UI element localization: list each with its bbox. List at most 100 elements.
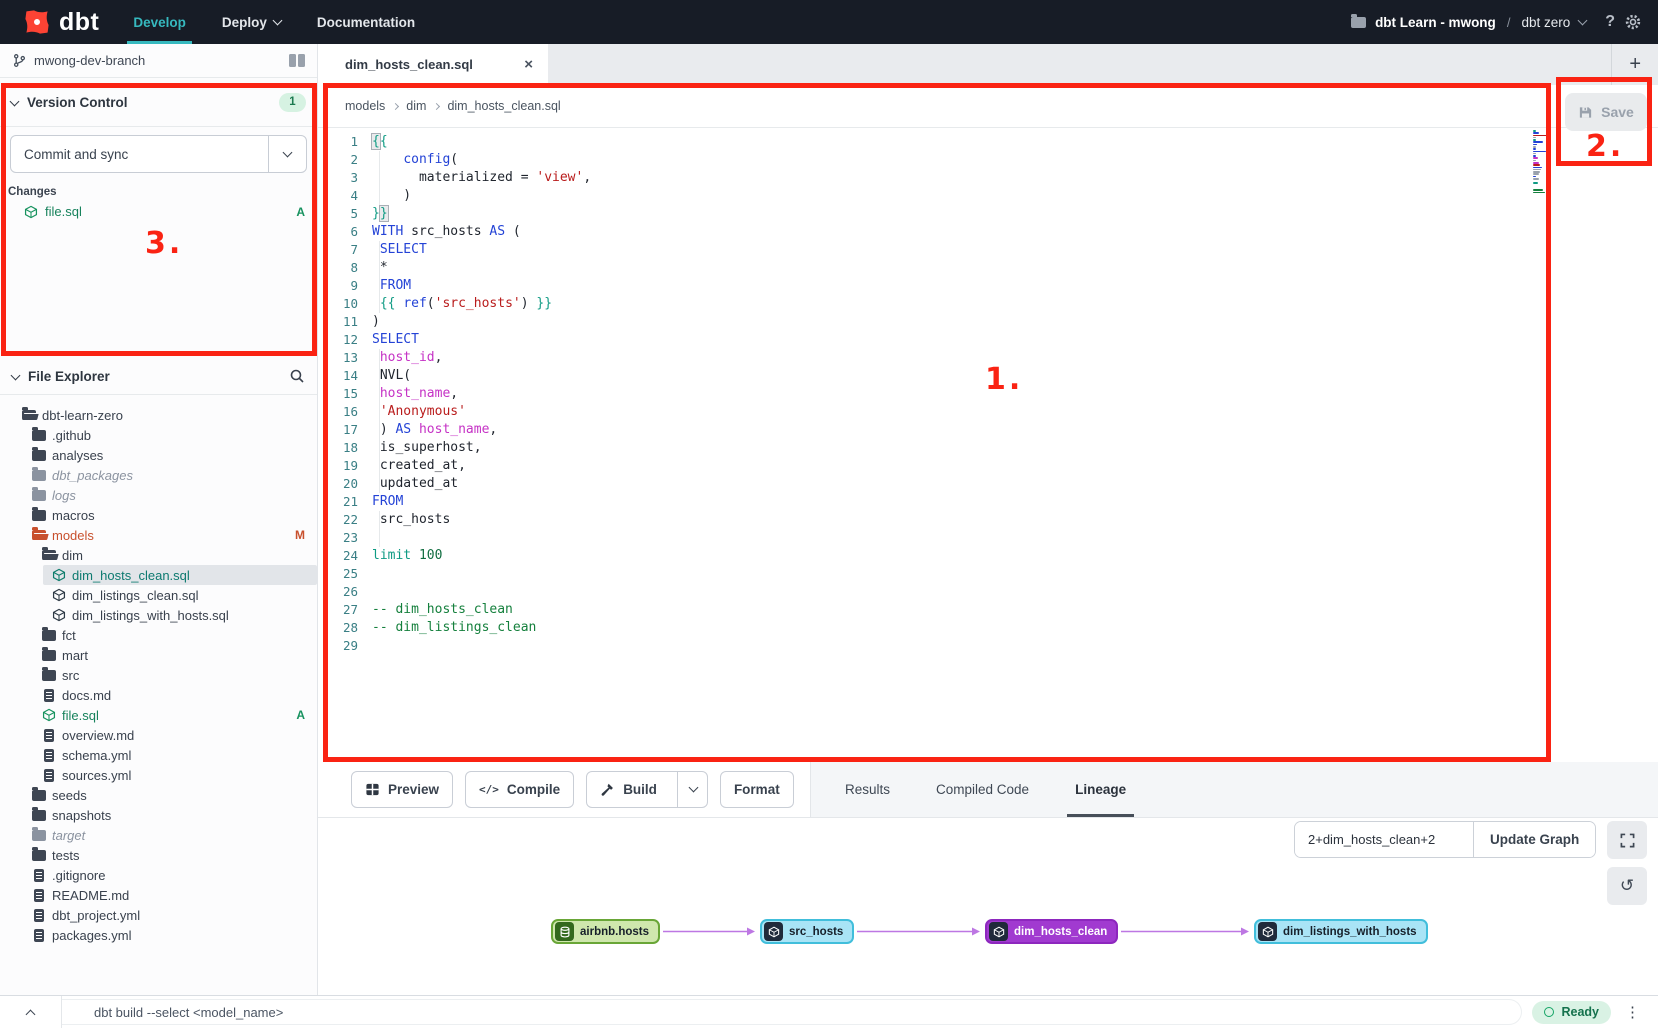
file-icon [34, 869, 44, 882]
version-control-header[interactable]: Version Control 1 [0, 78, 317, 127]
commit-options-chevron[interactable] [268, 136, 306, 172]
ready-dot-icon [1544, 1007, 1554, 1017]
tree-item-.gitignore[interactable]: .gitignore [0, 865, 317, 885]
expand-command-panel-button[interactable] [0, 996, 62, 1028]
new-tab-button[interactable]: + [1611, 44, 1658, 85]
lineage-node-dim_listings_with_hosts[interactable]: dim_listings_with_hosts [1254, 919, 1428, 944]
tree-item-tests[interactable]: tests [0, 845, 317, 865]
nav-item-develop[interactable]: Develop [133, 0, 186, 44]
lineage-node-dim_hosts_clean[interactable]: dim_hosts_clean [985, 919, 1118, 944]
tree-item-analyses[interactable]: analyses [0, 445, 317, 465]
tree-item-packages.yml[interactable]: packages.yml [0, 925, 317, 945]
tree-item-mart[interactable]: mart [0, 645, 317, 665]
tree-item-src[interactable]: src [0, 665, 317, 685]
tree-item-dim_listings_clean.sql[interactable]: dim_listings_clean.sql [0, 585, 317, 605]
code-area[interactable]: 1{{2 config(3 materialized = 'view',4 )5… [318, 133, 1658, 655]
tree-item-label: README.md [52, 888, 129, 903]
tree-item-logs[interactable]: logs [0, 485, 317, 505]
gear-icon[interactable] [1624, 13, 1642, 31]
nav-chevron-down-icon [272, 15, 282, 25]
tab-lineage[interactable]: Lineage [1067, 762, 1134, 817]
format-button[interactable]: Format [720, 771, 794, 808]
tree-item-target[interactable]: target [0, 825, 317, 845]
tree-item-models[interactable]: modelsM [0, 525, 317, 545]
tree-item-dbt-learn-zero[interactable]: dbt-learn-zero [0, 405, 317, 425]
changes-count-badge: 1 [279, 93, 306, 112]
tree-item-label: .github [52, 428, 91, 443]
git-status-badge: A [296, 708, 305, 722]
build-options-chevron[interactable] [677, 772, 697, 807]
preview-button[interactable]: Preview [351, 771, 453, 808]
tree-item-overview.md[interactable]: overview.md [0, 725, 317, 745]
split-view-icon[interactable] [289, 54, 305, 67]
file-icon [34, 889, 44, 902]
line-number: 7 [318, 241, 358, 259]
tree-item-label: file.sql [62, 708, 99, 723]
tree-item-sources.yml[interactable]: sources.yml [0, 765, 317, 785]
model-cube-icon [24, 205, 38, 219]
code-line: 16 'Anonymous' [318, 403, 1658, 421]
command-input[interactable] [62, 999, 1522, 1025]
tree-item-dbt_packages[interactable]: dbt_packages [0, 465, 317, 485]
lineage-node-airbnb.hosts[interactable]: airbnb.hosts [551, 919, 660, 944]
branch-name[interactable]: mwong-dev-branch [34, 53, 145, 68]
environment-chevron-down-icon[interactable] [1578, 15, 1588, 25]
tree-item-snapshots[interactable]: snapshots [0, 805, 317, 825]
line-number: 29 [318, 637, 358, 655]
breadcrumb-item[interactable]: dim_hosts_clean.sql [447, 99, 560, 113]
file-explorer-header[interactable]: File Explorer [0, 358, 317, 395]
tree-item-.github[interactable]: .github [0, 425, 317, 445]
compile-button-label: Compile [507, 782, 560, 797]
tree-item-label: docs.md [62, 688, 111, 703]
changed-file-row[interactable]: file.sql A [0, 203, 317, 220]
line-number: 12 [318, 331, 358, 349]
tree-item-macros[interactable]: macros [0, 505, 317, 525]
editor-minimap[interactable] [1533, 130, 1559, 196]
tab-results[interactable]: Results [837, 762, 898, 817]
line-number: 15 [318, 385, 358, 403]
hammer-icon [600, 782, 615, 797]
model-cube-icon [768, 926, 780, 938]
kebab-menu-icon[interactable]: ⋮ [1625, 1005, 1640, 1020]
breadcrumb-item[interactable]: models [345, 99, 385, 113]
tree-item-dim_listings_with_hosts.sql[interactable]: dim_listings_with_hosts.sql [0, 605, 317, 625]
tree-item-dim_hosts_clean.sql[interactable]: dim_hosts_clean.sql [0, 565, 317, 585]
project-name[interactable]: dbt Learn - mwong [1375, 15, 1496, 30]
code-line: 26 [318, 583, 1658, 601]
file-search-icon[interactable] [289, 368, 305, 384]
tree-item-seeds[interactable]: seeds [0, 785, 317, 805]
breadcrumb-chevron-icon [392, 103, 399, 110]
git-status-badge: M [295, 528, 305, 542]
result-tabs: Results Compiled Code Lineage [810, 762, 1658, 817]
code-line-text: created_at, [372, 457, 466, 475]
tree-item-file.sql[interactable]: file.sql A [0, 705, 317, 725]
compile-button[interactable]: </>Compile [465, 771, 574, 808]
build-button[interactable]: Build [586, 771, 708, 808]
line-number: 25 [318, 565, 358, 583]
nav-item-documentation[interactable]: Documentation [317, 0, 415, 44]
tree-item-schema.yml[interactable]: schema.yml [0, 745, 317, 765]
commit-and-sync-button[interactable]: Commit and sync [10, 135, 307, 173]
tree-item-fct[interactable]: fct [0, 625, 317, 645]
tree-item-dim[interactable]: dim [0, 545, 317, 565]
dbt-logo-text[interactable]: dbt [59, 10, 99, 35]
code-line: 29 [318, 637, 1658, 655]
lineage-node-src_hosts[interactable]: src_hosts [760, 919, 854, 944]
tree-item-docs.md[interactable]: docs.md [0, 685, 317, 705]
environment-name[interactable]: dbt zero [1521, 15, 1570, 30]
tree-item-README.md[interactable]: README.md [0, 885, 317, 905]
tab-close-icon[interactable]: × [524, 57, 533, 72]
tab-dim-hosts-clean[interactable]: dim_hosts_clean.sql × [318, 44, 548, 85]
tab-compiled-code[interactable]: Compiled Code [928, 762, 1037, 817]
breadcrumb-item[interactable]: dim [406, 99, 426, 113]
dbt-logo-icon[interactable] [16, 1, 58, 43]
code-line: 1{{ [318, 133, 1658, 151]
breadcrumb: models dim dim_hosts_clean.sql [318, 85, 1658, 128]
save-button[interactable]: Save [1565, 93, 1647, 131]
nav-item-deploy[interactable]: Deploy [222, 0, 281, 44]
code-line: 21FROM [318, 493, 1658, 511]
tree-item-dbt_project.yml[interactable]: dbt_project.yml [0, 905, 317, 925]
file-explorer-title: File Explorer [28, 369, 110, 384]
help-icon[interactable]: ? [1605, 13, 1615, 31]
file-icon [44, 749, 54, 762]
